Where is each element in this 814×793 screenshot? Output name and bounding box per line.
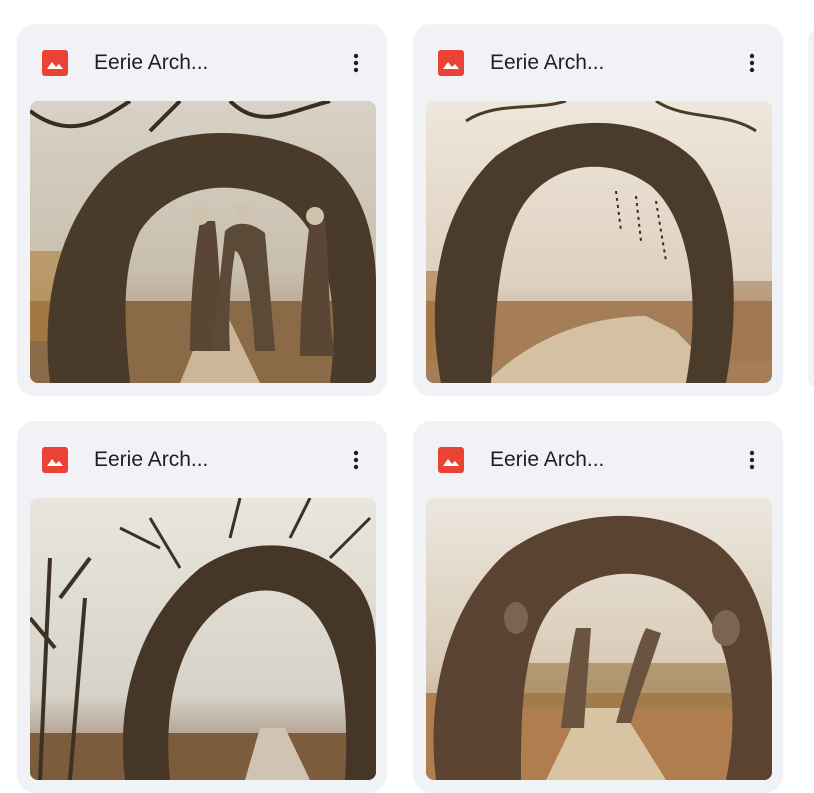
file-thumbnail[interactable] <box>30 498 376 780</box>
more-vert-icon <box>353 450 359 470</box>
file-card-header: Eerie Arch... <box>413 421 783 499</box>
more-options-button[interactable] <box>735 443 769 477</box>
image-file-icon <box>42 447 68 473</box>
more-vert-icon <box>353 53 359 73</box>
file-title: Eerie Arch... <box>490 51 605 74</box>
file-grid: Eerie Arch... Eerie Arch... Eerie Arch..… <box>0 0 814 793</box>
more-options-button[interactable] <box>339 46 373 80</box>
file-title: Eerie Arch... <box>94 448 209 471</box>
more-options-button[interactable] <box>735 46 769 80</box>
file-thumbnail[interactable] <box>426 498 772 780</box>
file-card[interactable]: Eerie Arch... <box>413 421 783 793</box>
file-card-header: Eerie Arch... <box>17 24 387 102</box>
file-title: Eerie Arch... <box>94 51 209 74</box>
file-thumbnail[interactable] <box>30 101 376 383</box>
image-file-icon <box>438 50 464 76</box>
file-card-header: Eerie Arch... <box>413 24 783 102</box>
file-card[interactable]: Eerie Arch... <box>17 24 387 396</box>
more-vert-icon <box>749 450 755 470</box>
file-card[interactable]: Eerie Arch... <box>413 24 783 396</box>
partial-file-card[interactable] <box>808 30 814 388</box>
file-card[interactable]: Eerie Arch... <box>17 421 387 793</box>
more-vert-icon <box>749 53 755 73</box>
image-file-icon <box>438 447 464 473</box>
file-card-header: Eerie Arch... <box>17 421 387 499</box>
file-title: Eerie Arch... <box>490 448 605 471</box>
image-file-icon <box>42 50 68 76</box>
more-options-button[interactable] <box>339 443 373 477</box>
file-thumbnail[interactable] <box>426 101 772 383</box>
